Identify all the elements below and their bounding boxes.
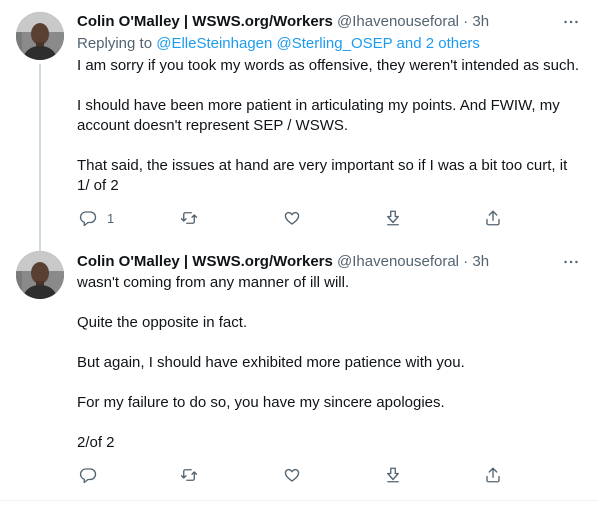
share-icon — [486, 467, 500, 483]
download-icon — [387, 210, 399, 226]
tweet-header: Colin O'Malley | WSWS.org/Workers @Ihave… — [77, 252, 489, 272]
heart-icon — [284, 211, 300, 225]
tweet-header: Colin O'Malley | WSWS.org/Workers @Ihave… — [77, 12, 489, 32]
reply-button[interactable] — [79, 465, 107, 485]
replying-to: Replying to @ElleSteinhagen @Sterling_OS… — [77, 34, 480, 54]
timestamp[interactable]: 3h — [472, 253, 489, 270]
tweet-paragraph: That said, the issues at hand are very i… — [77, 157, 568, 194]
share-button[interactable] — [484, 465, 502, 485]
tweet-paragraph: But again, I should have exhibited more … — [77, 354, 465, 371]
tweet-paragraph: Quite the opposite in fact. — [77, 314, 248, 331]
share-button[interactable] — [484, 208, 502, 228]
reply-count: 1 — [107, 210, 115, 226]
retweet-icon — [180, 469, 198, 481]
retweet-button[interactable] — [180, 208, 198, 228]
tweet-paragraph: I am sorry if you took my words as offen… — [77, 57, 579, 74]
more-icon — [564, 20, 578, 24]
author-name[interactable]: Colin O'Malley | WSWS.org/Workers — [77, 13, 333, 30]
like-button[interactable] — [283, 465, 301, 485]
tweet-paragraph: 2/of 2 — [77, 434, 115, 451]
separator: · — [459, 253, 473, 270]
thread-line — [39, 64, 41, 237]
tweet-paragraph: I should have been more patient in artic… — [77, 97, 560, 134]
more-icon — [564, 260, 578, 264]
replying-to-label: Replying to — [77, 35, 157, 52]
reply-icon — [79, 468, 97, 484]
tweet-1[interactable]: Colin O'Malley | WSWS.org/Workers @Ihave… — [0, 0, 598, 237]
tweet-paragraph: For my failure to do so, you have my sin… — [77, 394, 445, 411]
more-options-button[interactable] — [562, 12, 580, 32]
thread-line-top — [39, 237, 41, 251]
like-button[interactable] — [283, 208, 301, 228]
more-options-button[interactable] — [562, 252, 580, 272]
tweet-2[interactable]: Colin O'Malley | WSWS.org/Workers @Ihave… — [0, 237, 598, 501]
tweet-actions: 1 — [77, 208, 500, 228]
author-handle[interactable]: @Ihavenouseforal — [337, 253, 459, 270]
avatar-image — [16, 12, 64, 60]
tweet-actions — [77, 465, 500, 485]
author-name[interactable]: Colin O'Malley | WSWS.org/Workers — [77, 253, 333, 270]
tweet-paragraph: wasn't coming from any manner of ill wil… — [77, 274, 350, 291]
timestamp[interactable]: 3h — [472, 13, 489, 30]
author-handle[interactable]: @Ihavenouseforal — [337, 13, 459, 30]
share-icon — [486, 210, 500, 226]
avatar[interactable] — [16, 251, 64, 299]
retweet-button[interactable] — [180, 465, 198, 485]
avatar[interactable] — [16, 12, 64, 60]
download-button[interactable] — [384, 465, 402, 485]
tweet-text: wasn't coming from any manner of ill wil… — [77, 273, 582, 453]
retweet-icon — [180, 212, 198, 224]
reply-button[interactable]: 1 — [79, 208, 114, 228]
divider — [0, 500, 598, 501]
reply-icon — [79, 211, 97, 227]
heart-icon — [284, 468, 300, 482]
separator: · — [459, 13, 473, 30]
avatar-image — [16, 251, 64, 299]
download-icon — [387, 467, 399, 483]
download-button[interactable] — [384, 208, 402, 228]
tweet-text: I am sorry if you took my words as offen… — [77, 56, 582, 196]
replying-to-mentions[interactable]: @ElleSteinhagen @Sterling_OSEP and 2 oth… — [156, 35, 480, 52]
